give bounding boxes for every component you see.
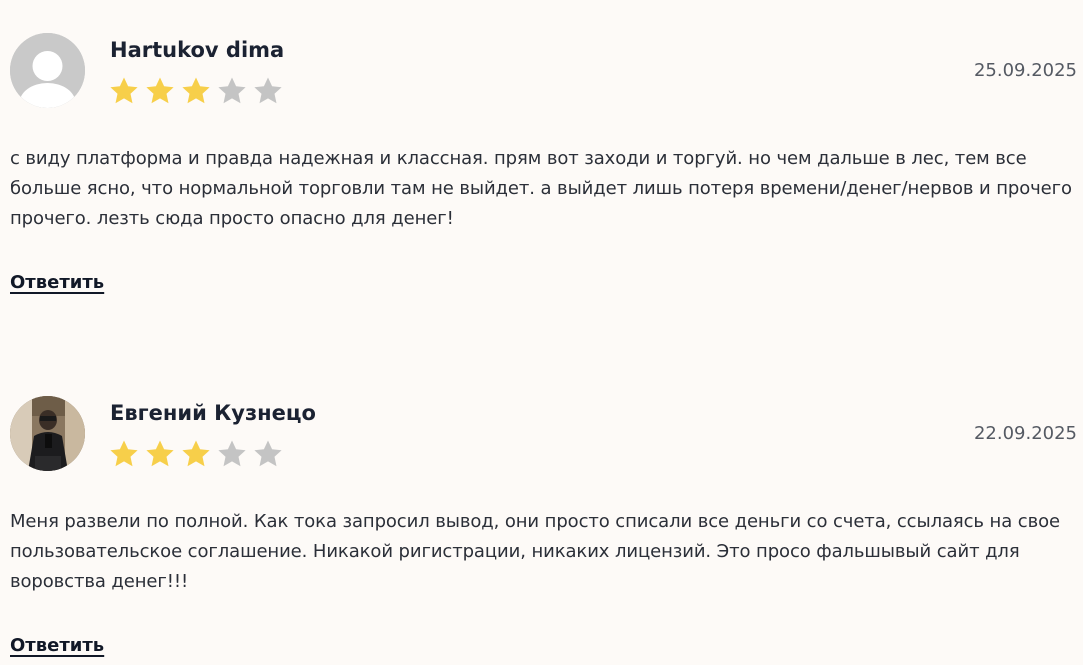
review-author: Hartukov dima <box>110 38 285 62</box>
star-filled-icon <box>182 77 210 104</box>
review-item: Евгений Кузнецо 22.09.2025 Меня развели … <box>0 363 1083 663</box>
star-filled-icon <box>110 440 138 467</box>
star-filled-icon <box>146 77 174 104</box>
star-filled-icon <box>146 440 174 467</box>
user-photo-avatar <box>10 396 85 471</box>
reply-link[interactable]: Ответить <box>10 270 104 296</box>
review-text: с виду платформа и правда надежная и кла… <box>10 148 1072 229</box>
review-date: 22.09.2025 <box>973 423 1077 444</box>
reply-link[interactable]: Ответить <box>10 633 104 659</box>
review-item: Hartukov dima 25.09.2025 с виду платформ… <box>0 0 1083 300</box>
default-avatar-icon <box>10 33 85 108</box>
review-text: Меня развели по полной. Как тока запроси… <box>10 511 1060 592</box>
star-rating <box>108 438 284 470</box>
review-date: 25.09.2025 <box>973 60 1077 81</box>
star-empty-icon <box>254 77 282 104</box>
star-filled-icon <box>182 440 210 467</box>
star-filled-icon <box>110 77 138 104</box>
star-rating <box>108 75 284 107</box>
star-empty-icon <box>218 77 246 104</box>
star-empty-icon <box>254 440 282 467</box>
reviews-list: Hartukov dima 25.09.2025 с виду платформ… <box>0 0 1083 665</box>
review-author: Евгений Кузнецо <box>110 401 316 425</box>
star-empty-icon <box>218 440 246 467</box>
